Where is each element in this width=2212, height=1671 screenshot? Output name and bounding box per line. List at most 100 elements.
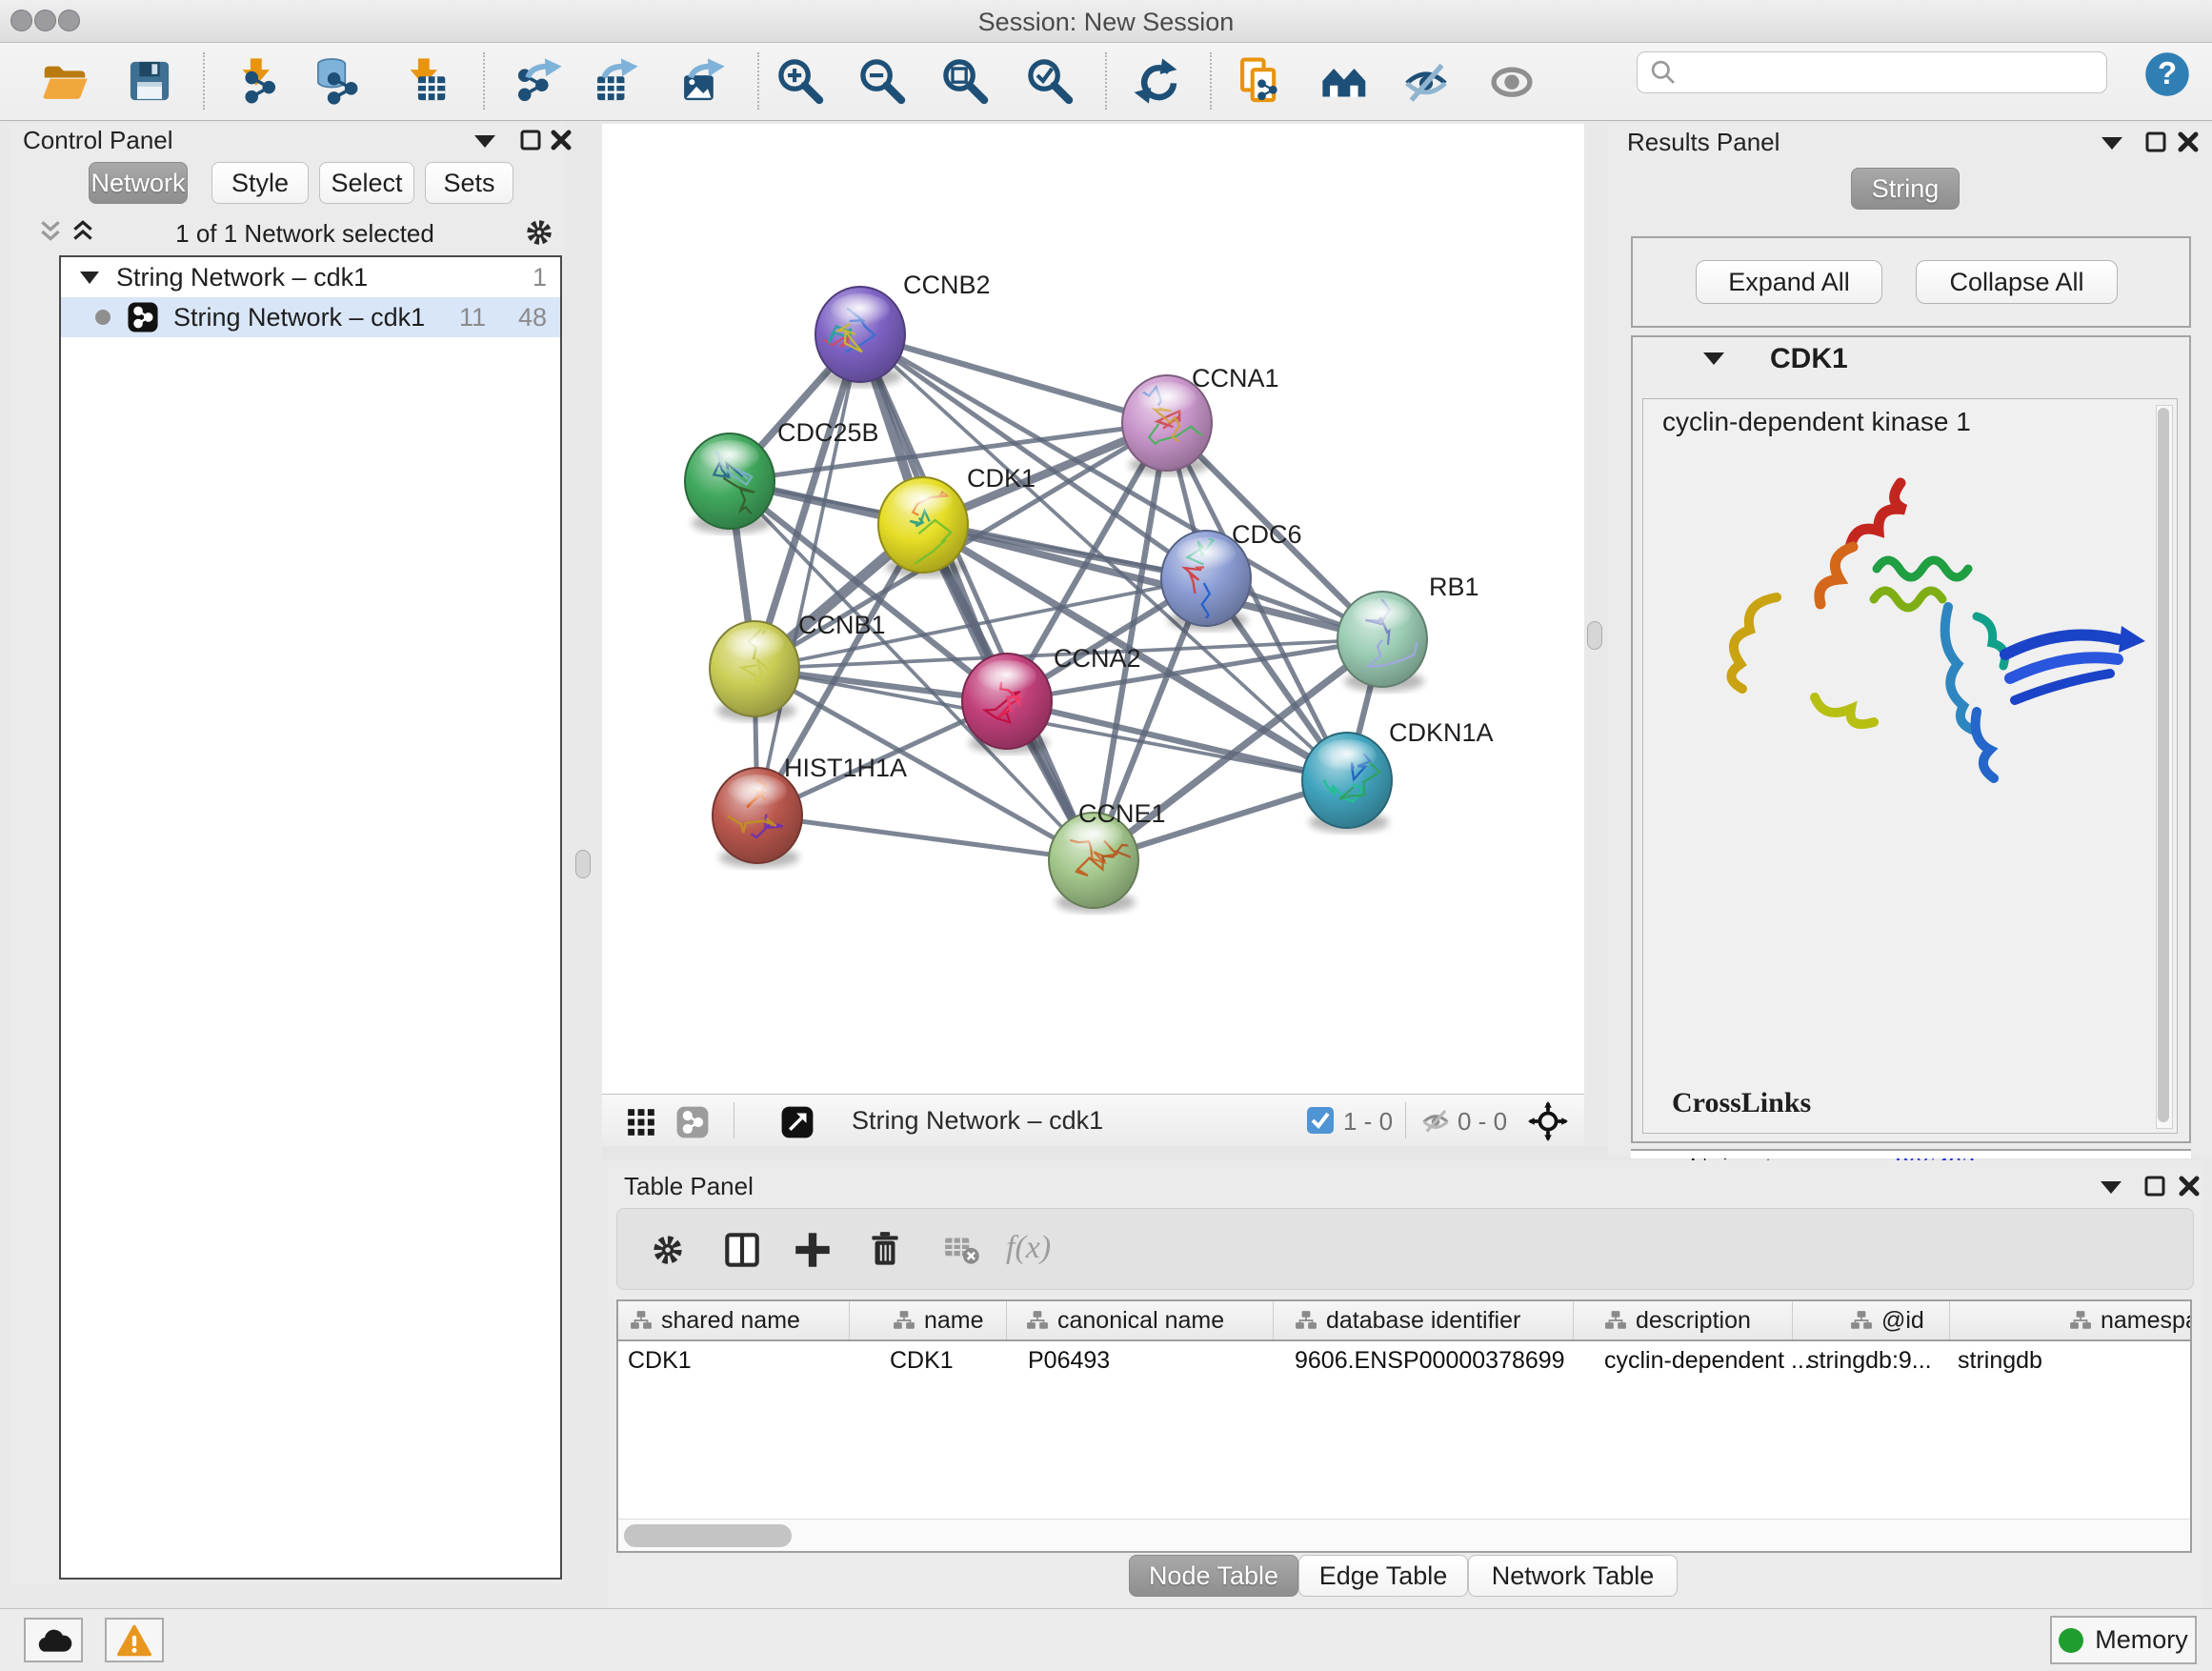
network-graph[interactable]: CCNB2CCNA1CDC25BCDK1CDC6RB1CCNB1CCNA2CDK… bbox=[602, 124, 1584, 1094]
table-cell[interactable]: CDK1 bbox=[618, 1341, 859, 1379]
column-header-canonical-name[interactable]: canonical name bbox=[1007, 1301, 1274, 1339]
table-cell[interactable]: 9606.ENSP00000378699 bbox=[1274, 1341, 1595, 1379]
table-settings-gear-icon[interactable] bbox=[646, 1228, 690, 1272]
import-table-from-file-button[interactable] bbox=[398, 54, 452, 108]
apply-preferred-layout-button[interactable] bbox=[1129, 54, 1182, 108]
grid-view-icon[interactable] bbox=[623, 1104, 659, 1145]
search-input[interactable] bbox=[1678, 57, 2081, 89]
column-header-name[interactable]: name bbox=[850, 1301, 1007, 1339]
zoom-in-button[interactable] bbox=[774, 54, 827, 108]
network-view-icon[interactable] bbox=[674, 1104, 711, 1145]
column-header-shared-name[interactable]: shared name bbox=[618, 1301, 850, 1339]
column-type-icon bbox=[1850, 1310, 1873, 1331]
show-all-nodes-and-edges-button[interactable] bbox=[1485, 54, 1538, 108]
table-cell[interactable]: cyclin-dependent ... bbox=[1574, 1341, 1823, 1379]
control-panel-close-icon[interactable] bbox=[549, 128, 573, 152]
import-network-from-database-button[interactable] bbox=[311, 54, 364, 108]
first-neighbors-of-selected-nodes-button[interactable] bbox=[1318, 54, 1372, 108]
collection-expander-icon[interactable] bbox=[80, 272, 99, 284]
export-table-button[interactable] bbox=[589, 54, 642, 108]
node-RB1[interactable]: RB1 bbox=[1337, 573, 1479, 692]
control-panel-float-icon[interactable] bbox=[518, 128, 543, 152]
window-title: Session: New Session bbox=[0, 8, 2212, 37]
collapse-all-button[interactable]: Collapse All bbox=[1916, 260, 2118, 304]
tab-style[interactable]: Style bbox=[211, 162, 309, 204]
network-panel-gear-icon[interactable] bbox=[520, 213, 558, 256]
save-session-button[interactable] bbox=[123, 54, 176, 108]
open-session-button[interactable] bbox=[38, 54, 91, 108]
results-panel-close-icon[interactable] bbox=[2176, 130, 2201, 154]
tab-sets[interactable]: Sets bbox=[425, 162, 513, 204]
selected-checkbox-icon[interactable] bbox=[1307, 1107, 1334, 1134]
scrollbar-thumb[interactable] bbox=[624, 1524, 792, 1547]
tab-select[interactable]: Select bbox=[319, 162, 414, 204]
tab-network[interactable]: Network bbox=[89, 162, 188, 204]
column-header-database-identifier[interactable]: database identifier bbox=[1274, 1301, 1574, 1339]
left-splitter-handle[interactable] bbox=[575, 850, 591, 878]
node-CDK1[interactable]: CDK1 bbox=[878, 464, 1036, 577]
pan-crosshair-icon[interactable] bbox=[1528, 1101, 1568, 1146]
table-panel-menu-icon[interactable] bbox=[2101, 1181, 2122, 1194]
control-panel-menu-icon[interactable] bbox=[474, 135, 495, 148]
table-cell[interactable]: stringdb bbox=[1950, 1341, 2192, 1379]
table-cell[interactable]: stringdb:9... bbox=[1793, 1341, 1964, 1379]
table-cell[interactable]: P06493 bbox=[1007, 1341, 1295, 1379]
node-table[interactable]: shared namename canonical name database id… bbox=[616, 1299, 2192, 1553]
delete-column-trash-icon[interactable] bbox=[863, 1228, 907, 1272]
memory-label: Memory bbox=[2095, 1625, 2188, 1655]
export-network-button[interactable] bbox=[513, 54, 566, 108]
collection-count: 1 bbox=[533, 263, 547, 292]
table-panel-close-icon[interactable] bbox=[2177, 1174, 2202, 1198]
tab-edge-table[interactable]: Edge Table bbox=[1298, 1555, 1468, 1597]
expand-all-networks-icon[interactable] bbox=[70, 219, 95, 249]
control-panel-title: Control Panel bbox=[23, 126, 173, 155]
column-label: canonical name bbox=[1057, 1307, 1224, 1335]
column-type-icon bbox=[630, 1310, 653, 1331]
cloud-button[interactable] bbox=[24, 1618, 83, 1662]
add-column-icon[interactable] bbox=[791, 1228, 835, 1272]
collapse-all-networks-icon[interactable] bbox=[38, 219, 63, 249]
column-header-description[interactable]: description bbox=[1574, 1301, 1793, 1339]
network-row[interactable]: String Network – cdk1 11 48 bbox=[61, 297, 560, 337]
network-state-dot-icon bbox=[95, 310, 111, 325]
node-CCNA1[interactable]: CCNA1 bbox=[1119, 364, 1279, 475]
zoom-out-button[interactable] bbox=[855, 54, 909, 108]
right-splitter-handle[interactable] bbox=[1587, 621, 1602, 650]
tab-network-table[interactable]: Network Table bbox=[1468, 1555, 1678, 1597]
new-network-from-selection-button[interactable] bbox=[1234, 54, 1287, 108]
network-collection-row[interactable]: String Network – cdk1 1 bbox=[61, 257, 560, 297]
export-image-button[interactable] bbox=[675, 54, 729, 108]
column-type-icon bbox=[1604, 1310, 1627, 1331]
node-HIST1H1A[interactable]: HIST1H1A bbox=[713, 754, 907, 868]
node-CCNB1[interactable]: CCNB1 bbox=[710, 611, 886, 721]
table-horizontal-scrollbar[interactable] bbox=[618, 1519, 2190, 1552]
entry-scrollbar[interactable] bbox=[2156, 405, 2173, 1129]
show-columns-icon[interactable] bbox=[720, 1228, 764, 1272]
entry-collapse-icon[interactable] bbox=[1703, 352, 1724, 365]
column-header-namespace[interactable]: namespace bbox=[1950, 1301, 2192, 1339]
column-label: database identifier bbox=[1326, 1307, 1520, 1335]
results-actions-box: Expand All Collapse All bbox=[1631, 236, 2191, 328]
tab-node-table[interactable]: Node Table bbox=[1129, 1555, 1298, 1597]
network-canvas[interactable]: CCNB2CCNA1CDC25BCDK1CDC6RB1CCNB1CCNA2CDK… bbox=[602, 124, 1584, 1094]
expand-all-button[interactable]: Expand All bbox=[1696, 260, 1882, 304]
birds-eye-view-icon[interactable] bbox=[779, 1104, 815, 1145]
warnings-button[interactable] bbox=[105, 1618, 164, 1662]
zoom-fit-content-button[interactable] bbox=[938, 54, 992, 108]
node-CDKN1A[interactable]: CDKN1A bbox=[1302, 718, 1494, 833]
zoom-selected-region-button[interactable] bbox=[1023, 54, 1076, 108]
column-header--id[interactable]: @id bbox=[1793, 1301, 1950, 1339]
toolbar-separator bbox=[1210, 52, 1212, 110]
entry-scrollbar-thumb[interactable] bbox=[2158, 408, 2169, 1122]
toolbar-separator bbox=[483, 52, 485, 110]
results-panel-menu-icon[interactable] bbox=[2101, 137, 2122, 150]
hide-selected-nodes-and-edges-button[interactable] bbox=[1399, 54, 1453, 108]
import-network-from-file-button[interactable] bbox=[231, 54, 284, 108]
title-bar: Session: New Session bbox=[0, 0, 2212, 43]
help-button[interactable]: ? bbox=[2143, 50, 2191, 98]
table-panel-float-icon[interactable] bbox=[2142, 1174, 2167, 1198]
results-panel-float-icon[interactable] bbox=[2143, 130, 2168, 154]
tab-string[interactable]: String bbox=[1851, 168, 1960, 210]
memory-button[interactable]: Memory bbox=[2050, 1616, 2197, 1664]
search-field[interactable] bbox=[1637, 51, 2107, 93]
